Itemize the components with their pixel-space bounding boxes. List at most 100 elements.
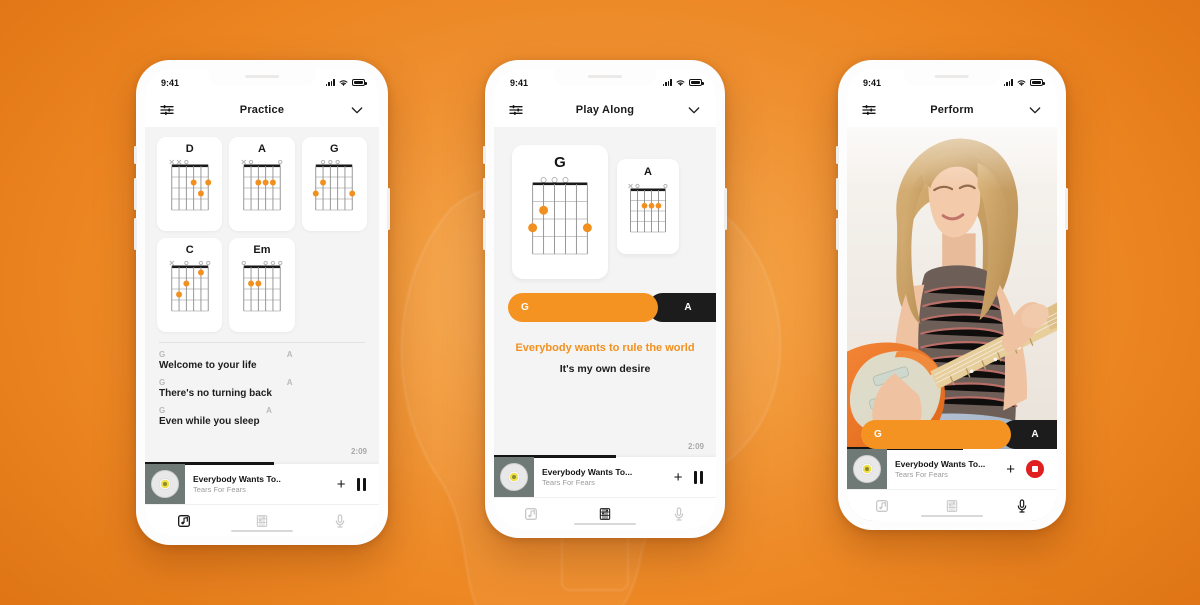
player-bar[interactable]: Everybody Wants To... Tears For Fears +	[847, 447, 1057, 489]
tab-record[interactable]	[987, 498, 1057, 514]
chord-diagram	[524, 176, 596, 267]
album-art	[145, 464, 185, 504]
tab-songs[interactable]	[494, 506, 568, 522]
chord-preview: G A	[494, 127, 716, 279]
phone-notch	[208, 69, 316, 86]
vinyl-record-icon	[151, 470, 179, 498]
bottom-tab-bar[interactable]	[494, 497, 716, 529]
chord-name: Em	[253, 244, 271, 256]
chord-diagram	[166, 259, 214, 324]
chord-label: G	[159, 406, 166, 415]
pause-icon[interactable]	[356, 477, 366, 491]
bottom-tab-bar[interactable]	[145, 504, 379, 536]
chord-timeline[interactable]: G A	[494, 279, 716, 322]
tab-songs[interactable]	[847, 498, 917, 514]
play-along-body: G A G A Everybody wants to rule the worl…	[494, 127, 716, 529]
chord-diagram	[166, 158, 214, 223]
wifi-icon	[1017, 80, 1026, 86]
music-note-square-icon	[876, 499, 888, 512]
page-title: Perform	[930, 104, 974, 116]
bottom-tab-bar[interactable]	[847, 489, 1057, 521]
phone-volume-down-button	[134, 218, 137, 250]
microphone-icon	[674, 506, 684, 521]
earpiece-speaker	[587, 75, 622, 78]
player-bar[interactable]: Everybody Wants To.. Tears For Fears +	[145, 462, 379, 504]
sliders-icon[interactable]	[159, 102, 175, 118]
lyric-text: Welcome to your life	[159, 360, 257, 371]
chord-card[interactable]: D	[157, 137, 223, 231]
vinyl-record-icon	[500, 463, 528, 491]
chevron-down-icon[interactable]	[349, 102, 365, 118]
next-chord-card[interactable]: A	[617, 159, 679, 254]
chord-label: G	[159, 378, 166, 387]
status-time: 9:41	[161, 77, 180, 88]
screen-play-along: 9:41 Play Along G A G A Everybody wants …	[494, 69, 716, 529]
chord-label: A	[266, 406, 272, 415]
phone-notch	[903, 69, 1001, 86]
screen-practice: 9:41 Practice D A G C Em G A Welcome to …	[145, 69, 379, 536]
track-title: Everybody Wants To..	[193, 474, 281, 484]
phone-practice: 9:41 Practice D A G C Em G A Welcome to …	[134, 60, 390, 545]
current-chord-pill[interactable]: G	[861, 420, 1011, 449]
earpiece-speaker	[245, 75, 279, 78]
phone-power-button	[724, 188, 727, 230]
chord-card[interactable]: A	[229, 137, 295, 231]
sliders-icon[interactable]	[508, 102, 524, 118]
phone-volume-down-button	[483, 218, 486, 250]
chord-diagram	[625, 182, 671, 245]
lyric-next: It's my own desire	[559, 363, 651, 375]
signal-bars-icon	[325, 79, 335, 86]
lyric-row[interactable]: G A Welcome to your life	[159, 350, 365, 371]
chord-markers: GA	[159, 378, 365, 388]
lyrics-list[interactable]: G A Welcome to your life G A There's no turni…	[145, 343, 379, 427]
phone-volume-down-button	[836, 218, 839, 250]
lyric-row[interactable]: G A Even while you sleep	[159, 406, 365, 427]
tab-chords[interactable]	[223, 513, 301, 529]
next-chord-pill[interactable]: A	[648, 293, 716, 322]
phone-power-button	[387, 188, 390, 230]
vinyl-record-icon	[853, 455, 881, 483]
chord-card[interactable]: Em	[229, 238, 295, 332]
phone-perform: 9:41 Perform G A Everybody Wants To... T…	[836, 60, 1068, 530]
tab-record[interactable]	[642, 506, 716, 522]
current-chord-pill[interactable]: G	[508, 293, 658, 322]
app-header: Play Along	[494, 93, 716, 127]
fretboard-icon	[256, 514, 268, 527]
add-track-button[interactable]: +	[674, 470, 683, 485]
track-artist: Tears For Fears	[193, 485, 246, 494]
chevron-down-icon[interactable]	[686, 102, 702, 118]
chord-card[interactable]: C	[157, 238, 223, 332]
lyric-active: Everybody wants to rule the world	[515, 342, 695, 354]
chord-timeline[interactable]: G A	[861, 420, 1057, 449]
lyric-text: Even while you sleep	[159, 416, 260, 427]
tab-chords[interactable]	[917, 498, 987, 514]
track-meta: Everybody Wants To... Tears For Fears	[887, 459, 1006, 479]
chord-label: A	[286, 378, 293, 387]
tab-songs[interactable]	[145, 513, 223, 529]
page-title: Practice	[239, 104, 285, 116]
chevron-down-icon[interactable]	[1027, 102, 1043, 118]
fretboard-icon	[946, 499, 958, 512]
chord-card[interactable]: G	[301, 137, 367, 231]
sliders-icon[interactable]	[861, 102, 877, 118]
chord-name: G	[554, 154, 566, 171]
earpiece-speaker	[935, 75, 969, 78]
chord-diagram	[238, 259, 286, 324]
tab-record[interactable]	[301, 513, 379, 529]
lyric-row[interactable]: G A There's no turning back	[159, 378, 365, 399]
chord-name: D	[185, 143, 194, 155]
album-art	[847, 449, 887, 489]
current-chord-card[interactable]: G	[512, 145, 608, 279]
add-track-button[interactable]: +	[337, 477, 346, 492]
phone-mute-switch	[836, 146, 839, 164]
player-bar[interactable]: Everybody Wants To... Tears For Fears +	[494, 455, 716, 497]
tab-chords[interactable]	[568, 506, 642, 522]
phone-notch	[553, 69, 657, 86]
add-track-button[interactable]: +	[1006, 462, 1015, 477]
page-title: Play Along	[575, 104, 635, 116]
battery-icon	[1030, 79, 1045, 86]
phone-mute-switch	[134, 146, 137, 164]
record-stop-icon[interactable]	[1026, 460, 1044, 478]
pause-icon[interactable]	[693, 470, 703, 484]
microphone-icon	[1017, 498, 1027, 513]
